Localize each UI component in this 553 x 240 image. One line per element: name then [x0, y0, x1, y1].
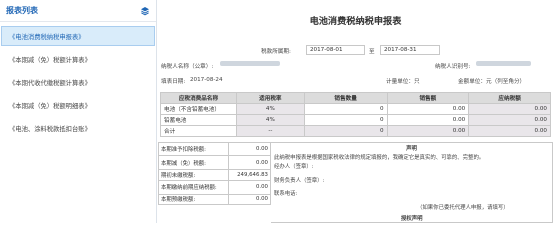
summary-value[interactable]: 0.00: [229, 143, 270, 155]
summary-row: 本期准予扣除税额: 0.00: [158, 142, 271, 156]
sidebar-title: 报表列表: [6, 6, 38, 15]
declaration-box: 声明 此纳税申报表是根据国家税收法律的规定填报的，我确定它是真实的、可靠的、完整…: [271, 142, 553, 223]
summary-row: 本期预缴税额: 0.00: [158, 194, 271, 206]
declaration-text: 此纳税申报表是根据国家税收法律的规定填报的，我确定它是真实的、可靠的、完整的。: [274, 155, 485, 161]
phone-label: 联系电话:: [274, 191, 298, 197]
col-header-rate: 适用税率: [235, 92, 305, 104]
summary-row: 本期减（免）税额: 0.00: [158, 156, 271, 170]
report-list-sidebar: 报表列表 《电池消费税纳税申报表》 《本期减（免）税额计算表》 《本期代收代缴税…: [0, 0, 157, 223]
row-name: 合计: [160, 125, 237, 137]
sidebar-item-withholding-calc[interactable]: 《本期代收代缴税额计算表》: [1, 72, 155, 92]
form-title: 电池消费税纳税申报表: [309, 16, 402, 27]
summary-label: 本期预缴税额:: [159, 194, 229, 205]
row-name: 铅蓄电池: [160, 114, 237, 126]
sidebar-item-reduction-detail[interactable]: 《本期减（免）税额明细表》: [1, 95, 155, 115]
taxpayer-name-value: [220, 61, 280, 67]
row-sales-input[interactable]: 0.00: [386, 114, 470, 126]
sidebar-item-reduction-calc[interactable]: 《本期减（免）税额计算表》: [1, 49, 155, 69]
period-start-field[interactable]: 2017-08-01: [306, 45, 365, 55]
table-row: 铅蓄电池 4% 0 0.00 0.00: [160, 114, 551, 126]
col-header-qty: 销售数量: [303, 92, 388, 104]
table-row: 电池（不含铅蓄电池） 4% 0 0.00 0.00: [160, 103, 551, 115]
col-header-tax: 应纳税额: [468, 92, 551, 104]
sidebar-item-battery-tax-return[interactable]: 《电池消费税纳税申报表》: [1, 26, 155, 46]
operator-label: 经办人（签章）:: [274, 164, 314, 170]
taxpayer-id-label: 纳税人识别号:: [435, 64, 471, 70]
summary-label: 本期准予扣除税额:: [159, 143, 229, 155]
table-row-total: 合计 -- 0 0.00 0.00: [160, 125, 551, 137]
col-header-name: 应税消费品名称: [160, 92, 237, 104]
unit-label: 计量单位：只: [386, 79, 420, 85]
finance-label: 财务负责人（签章）:: [274, 178, 325, 184]
row-name: 电池（不含铅蓄电池）: [160, 103, 237, 115]
period-label: 税款所属期:: [261, 49, 291, 55]
summary-value[interactable]: 249,646.83: [229, 170, 270, 180]
summary-label: 本期减（免）税额:: [159, 156, 229, 169]
period-end-field[interactable]: 2017-08-31: [380, 45, 440, 55]
summary-value[interactable]: 0.00: [229, 195, 270, 205]
row-tax: 0.00: [468, 125, 551, 137]
taxpayer-name-label: 纳税人名称（公章）:: [161, 64, 214, 70]
sidebar-header: 报表列表: [0, 0, 156, 22]
form-bottom-section: 本期准予扣除税额: 0.00 本期减（免）税额: 0.00 期初未缴税额: 24…: [158, 142, 553, 223]
authorization-title: 授权声明: [401, 216, 423, 222]
agent-note: （如果你已委托代理人申报，请填写）: [417, 205, 509, 211]
summary-value[interactable]: 0.00: [229, 181, 270, 194]
summary-label: 本期缴纳前期应纳税额:: [159, 180, 229, 194]
taxpayer-id-value: [476, 61, 531, 67]
fill-date-value: 2017-08-24: [190, 77, 223, 83]
summary-row: 本期缴纳前期应纳税额: 0.00: [158, 180, 271, 195]
row-sales: 0.00: [386, 125, 470, 137]
row-tax: 0.00: [468, 103, 551, 115]
summary-fields: 本期准予扣除税额: 0.00 本期减（免）税额: 0.00 期初未缴税额: 24…: [158, 142, 271, 206]
declaration-title: 声明: [406, 146, 417, 152]
row-tax: 0.00: [468, 114, 551, 126]
row-qty: 0: [303, 125, 388, 137]
amount-unit-label: 金额单位：元（列至角分）: [458, 79, 526, 85]
col-header-sales: 销售额: [386, 92, 470, 104]
table-header-row: 应税消费品名称 适用税率 销售数量 销售额 应纳税额: [160, 92, 551, 104]
sidebar-item-deduction-ledger[interactable]: 《电池、涂料税款抵扣台账》: [1, 118, 155, 138]
row-rate: --: [235, 125, 305, 137]
fill-date-label: 填表日期:: [161, 79, 186, 85]
row-rate: 4%: [235, 114, 305, 126]
row-sales-input[interactable]: 0.00: [386, 103, 470, 115]
tax-table: 应税消费品名称 适用税率 销售数量 销售额 应纳税额 电池（不含铅蓄电池） 4%…: [160, 92, 551, 137]
summary-row: 期初未缴税额: 249,646.83: [158, 170, 271, 181]
row-qty-input[interactable]: 0: [303, 114, 388, 126]
row-qty-input[interactable]: 0: [303, 103, 388, 115]
period-to-label: 至: [369, 49, 375, 55]
summary-label: 期初未缴税额:: [159, 170, 229, 180]
tax-return-form: 电池消费税纳税申报表 税款所属期: 2017-08-01 至 2017-08-3…: [158, 0, 553, 223]
layers-icon[interactable]: [139, 5, 150, 16]
summary-value[interactable]: 0.00: [229, 156, 270, 169]
row-rate: 4%: [235, 103, 305, 115]
